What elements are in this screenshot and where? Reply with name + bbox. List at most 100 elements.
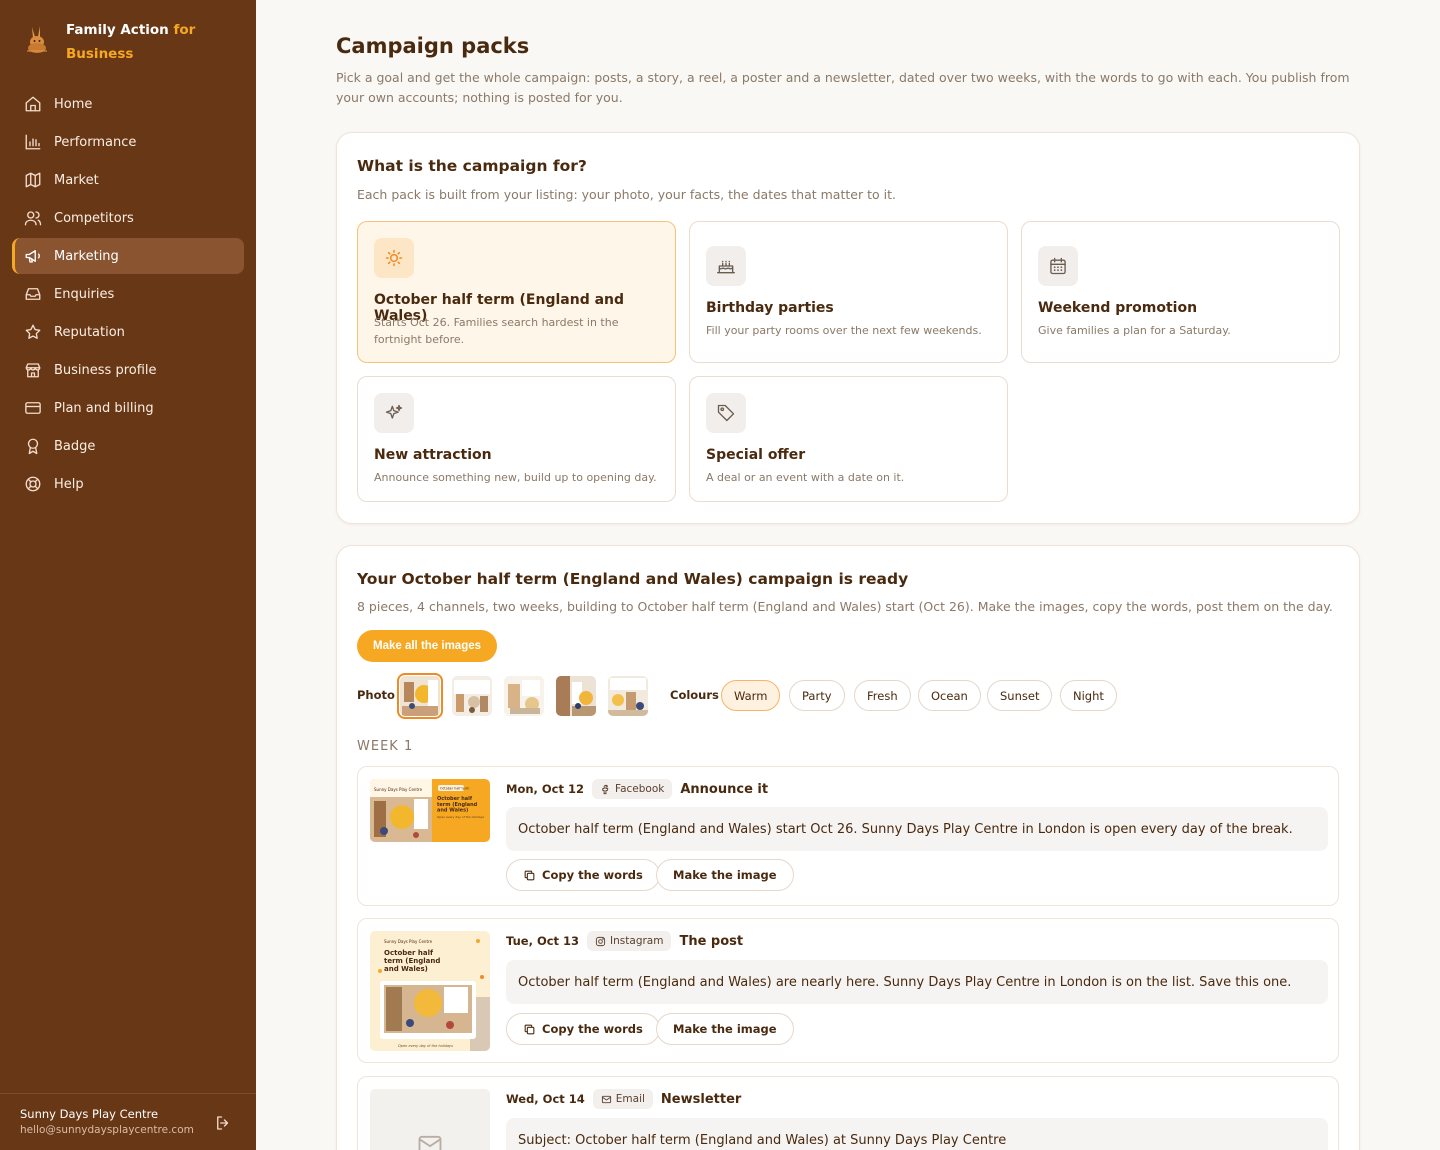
sidebar-item-competitors[interactable]: Competitors xyxy=(12,200,244,236)
rabbit-logo-icon xyxy=(27,26,47,53)
photo-option[interactable] xyxy=(504,676,544,716)
brand[interactable]: Family Action for Business xyxy=(22,18,195,66)
sidebar-item-business-profile[interactable]: Business profile xyxy=(12,352,244,388)
goal-icon-box xyxy=(1038,246,1078,286)
sidebar-item-marketing[interactable]: Marketing xyxy=(12,238,244,274)
goal-new-attraction[interactable]: New attraction Announce something new, b… xyxy=(357,376,676,502)
star-icon xyxy=(25,324,41,339)
piece-date: Mon, Oct 12 xyxy=(506,782,585,796)
sidebar-item-label: Performance xyxy=(54,134,137,150)
colour-chip-ocean[interactable]: Ocean xyxy=(918,680,981,711)
campaign-piece: Sunny Days Play Centre October half term… xyxy=(357,766,1339,906)
goal-icon-box xyxy=(706,246,746,286)
calendar-icon xyxy=(1050,257,1066,275)
make-all-images-button[interactable]: Make all the images xyxy=(357,630,498,662)
photo-option[interactable] xyxy=(556,676,596,716)
goal-description: Give families a plan for a Saturday. xyxy=(1038,324,1231,337)
copy-words-label: Copy the words xyxy=(542,1022,643,1036)
copy-words-button[interactable]: Copy the words xyxy=(506,1013,660,1045)
channel-badge: Facebook xyxy=(592,779,673,799)
users-icon xyxy=(24,211,42,226)
store-icon xyxy=(25,363,41,378)
goal-title: Birthday parties xyxy=(706,300,834,316)
tag-icon xyxy=(717,404,735,422)
preview-tag: October half term xyxy=(440,787,469,791)
goal-description: Announce something new, build up to open… xyxy=(374,471,657,484)
piece-text: October half term (England and Wales) ar… xyxy=(506,960,1328,1004)
copy-icon xyxy=(524,1024,535,1034)
account-name: Sunny Days Play Centre xyxy=(20,1107,159,1121)
piece-header: Mon, Oct 12 Facebook Announce it xyxy=(506,779,768,799)
goal-description: A deal or an event with a date on it. xyxy=(706,471,905,484)
piece-kind: The post xyxy=(679,933,744,949)
sidebar-nav: Home Performance Market Competitors Mark… xyxy=(12,86,244,504)
brand-business: Business xyxy=(66,46,134,62)
sidebar-item-label: Business profile xyxy=(54,362,157,378)
sidebar-item-help[interactable]: Help xyxy=(12,466,244,502)
award-icon xyxy=(27,438,39,455)
preview-footer: Open every day of the holidays xyxy=(437,815,485,819)
photo-option[interactable] xyxy=(608,676,648,716)
sidebar-item-reputation[interactable]: Reputation xyxy=(12,314,244,350)
sidebar-item-badge[interactable]: Badge xyxy=(12,428,244,464)
goal-title: New attraction xyxy=(374,447,492,463)
sidebar-item-market[interactable]: Market xyxy=(12,162,244,198)
colour-chip-warm[interactable]: Warm xyxy=(721,680,781,711)
lifebuoy-icon xyxy=(25,476,41,492)
goal-picker-card: What is the campaign for? Each pack is b… xyxy=(336,132,1360,524)
sidebar: Family Action for Business Home Performa… xyxy=(0,0,256,1150)
goal-special-offer[interactable]: Special offer A deal or an event with a … xyxy=(689,376,1008,502)
piece-text: October half term (England and Wales) st… xyxy=(506,807,1328,851)
account-email: hello@sunnydaysplaycentre.com xyxy=(20,1124,194,1136)
inbox-icon xyxy=(25,288,41,300)
campaign-card: Your October half term (England and Wale… xyxy=(336,545,1360,1150)
goal-weekend-promotion[interactable]: Weekend promotion Give families a plan f… xyxy=(1021,221,1340,363)
sidebar-item-home[interactable]: Home xyxy=(12,86,244,122)
sidebar-item-label: Plan and billing xyxy=(54,400,154,416)
page-description: Pick a goal and get the whole campaign: … xyxy=(336,70,1350,105)
channel-badge: Instagram xyxy=(587,931,672,951)
photo-option[interactable] xyxy=(397,673,443,719)
piece-kind: Announce it xyxy=(680,781,769,797)
goal-icon-box xyxy=(374,238,414,278)
make-image-button[interactable]: Make the image xyxy=(656,859,794,891)
piece-header: Wed, Oct 14 Email Newsletter xyxy=(506,1089,741,1109)
goal-birthday-parties[interactable]: Birthday parties Fill your party rooms o… xyxy=(689,221,1008,363)
sidebar-item-label: Market xyxy=(54,172,99,188)
logout-icon[interactable] xyxy=(214,1114,232,1132)
brand-name: Family Action xyxy=(66,22,169,38)
instagram-preview-image[interactable]: Sunny Days Play Centre October half term … xyxy=(370,931,490,1051)
colour-chip-sunset[interactable]: Sunset xyxy=(987,680,1053,711)
piece-date: Wed, Oct 14 xyxy=(506,1092,585,1106)
colour-chip-fresh[interactable]: Fresh xyxy=(854,680,911,711)
copy-words-button[interactable]: Copy the words xyxy=(506,859,660,891)
piece-header: Tue, Oct 13 Instagram The post xyxy=(506,931,743,951)
sidebar-item-label: Badge xyxy=(54,438,96,454)
channel-name: Instagram xyxy=(610,935,664,947)
channel-badge: Email xyxy=(592,1089,653,1109)
make-image-button[interactable]: Make the image xyxy=(656,1013,794,1045)
mail-icon xyxy=(418,1135,442,1150)
sidebar-item-enquiries[interactable]: Enquiries xyxy=(12,276,244,312)
colours-label: Colours xyxy=(670,688,719,702)
newsletter-preview-placeholder[interactable] xyxy=(370,1089,490,1150)
colour-chip-night[interactable]: Night xyxy=(1060,680,1117,711)
sidebar-item-label: Competitors xyxy=(54,210,134,226)
channel-name: Email xyxy=(615,1093,645,1105)
map-icon xyxy=(25,172,41,188)
colour-chip-party[interactable]: Party xyxy=(789,680,845,711)
preview-header: Sunny Days Play Centre xyxy=(374,787,423,792)
sidebar-item-label: Marketing xyxy=(54,248,119,264)
preview-header: Sunny Days Play Centre xyxy=(384,939,433,944)
copy-words-label: Copy the words xyxy=(542,868,643,882)
facebook-icon xyxy=(602,784,609,794)
page-title: Campaign packs xyxy=(336,34,530,58)
sidebar-item-plan-and-billing[interactable]: Plan and billing xyxy=(12,390,244,426)
cake-icon xyxy=(717,260,735,274)
goal-half-term[interactable]: October half term (England and Wales) St… xyxy=(357,221,676,363)
goal-title: Special offer xyxy=(706,447,806,463)
facebook-preview-image[interactable]: Sunny Days Play Centre October half term… xyxy=(370,779,490,842)
sidebar-item-performance[interactable]: Performance xyxy=(12,124,244,160)
photo-option[interactable] xyxy=(452,676,492,716)
sidebar-item-label: Reputation xyxy=(54,324,125,340)
